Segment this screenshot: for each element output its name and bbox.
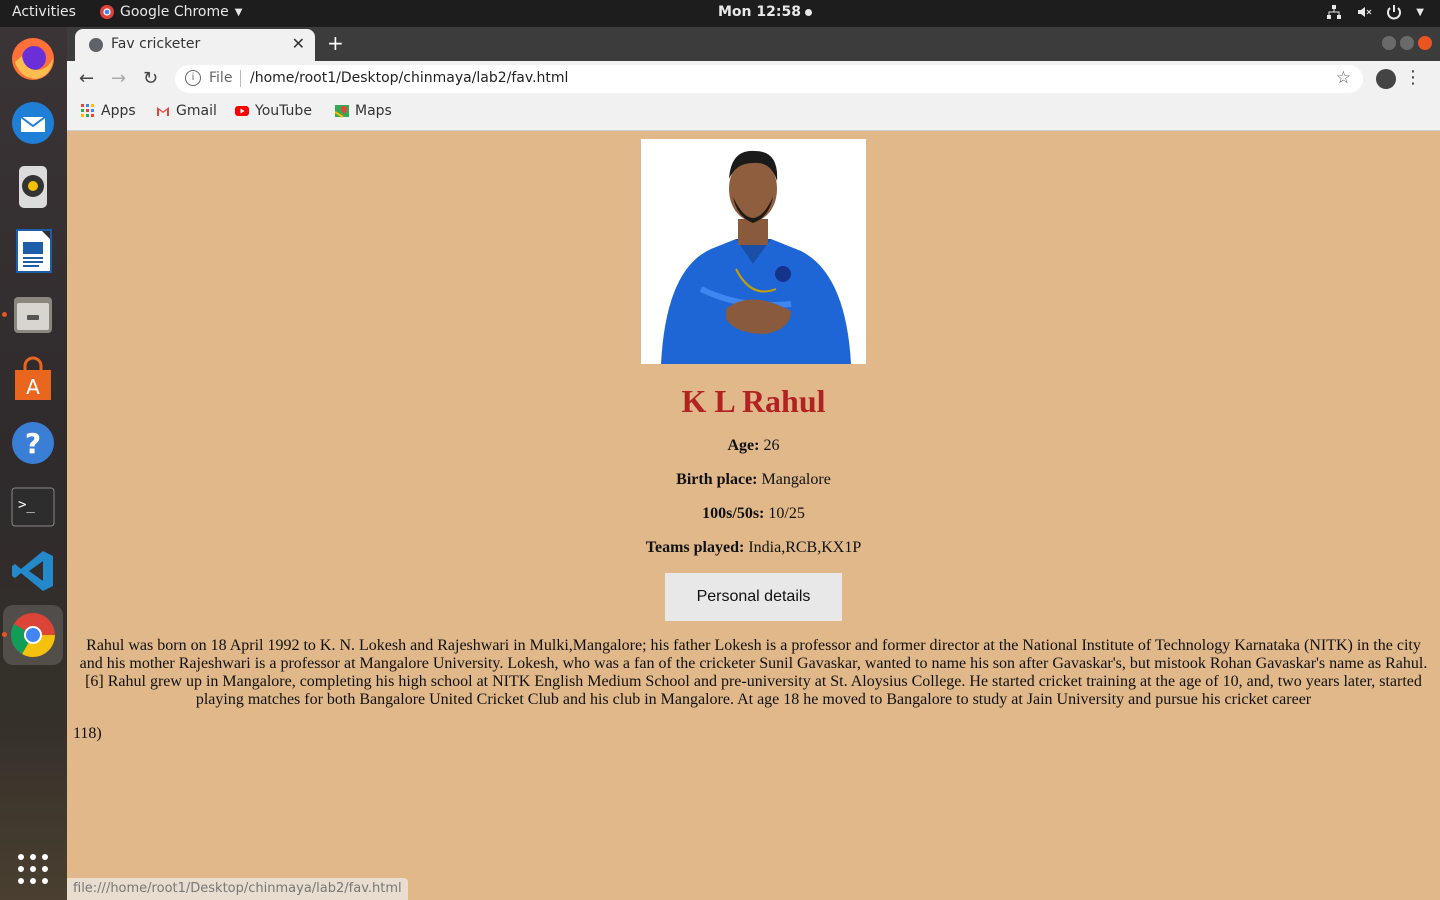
teams-line: Teams played: India,RCB,KX1P: [67, 539, 1440, 557]
footnote-text: 118): [73, 725, 102, 742]
bookmark-youtube[interactable]: YouTube: [235, 103, 312, 119]
age-line: Age: 26: [67, 437, 1440, 455]
firefox-icon[interactable]: [9, 35, 57, 83]
activities-button[interactable]: Activities: [12, 4, 76, 20]
personal-details-button[interactable]: Personal details: [665, 573, 842, 621]
centuries-line: 100s/50s: 10/25: [67, 505, 1440, 523]
age-value: 26: [763, 437, 780, 454]
centuries-label: 100s/50s:: [702, 505, 765, 522]
omnibox-separator: [240, 70, 241, 87]
chevron-down-icon: ▼: [1416, 6, 1424, 18]
chrome-icon[interactable]: [3, 605, 63, 665]
show-apps-icon[interactable]: [9, 845, 57, 893]
close-window-button[interactable]: [1418, 36, 1432, 50]
software-icon[interactable]: A: [9, 355, 57, 403]
apps-grid-icon: [81, 104, 94, 117]
youtube-icon: [235, 106, 249, 116]
globe-icon: [89, 38, 103, 52]
vscode-icon[interactable]: [9, 547, 57, 595]
tab-title: Fav cricketer: [111, 36, 201, 52]
bookmark-maps[interactable]: Maps: [335, 103, 392, 119]
bookmarks-bar: Apps Gmail YouTube Maps: [67, 97, 1440, 131]
app-menu-label: Google Chrome: [120, 4, 229, 20]
maximize-button[interactable]: [1400, 36, 1414, 50]
more-menu-icon[interactable]: ⋮: [1404, 67, 1422, 88]
player-name: K L Rahul: [681, 383, 826, 419]
profile-avatar-icon[interactable]: [1376, 69, 1396, 89]
tab-fav-cricketer[interactable]: Fav cricketer ✕: [75, 29, 315, 61]
window-controls: [1382, 36, 1432, 50]
network-icon: [1327, 5, 1342, 19]
notification-dot-icon: [804, 8, 812, 16]
rhythmbox-icon[interactable]: [9, 163, 57, 211]
chrome-small-icon: [100, 5, 114, 19]
gnome-top-bar: Activities Google Chrome ▼ Mon 12:58 ▼: [0, 0, 1440, 27]
player-photo: [641, 139, 866, 364]
reload-icon[interactable]: ↻: [143, 68, 158, 89]
bookmark-label: Maps: [355, 103, 392, 119]
birth-place-line: Birth place: Mangalore: [67, 471, 1440, 489]
status-bar-url: file:///home/root1/Desktop/chinmaya/lab2…: [67, 878, 408, 900]
bookmark-label: Apps: [101, 103, 136, 119]
omnibox-scheme: File: [209, 70, 233, 86]
browser-toolbar: ← → ↻ i File /home/root1/Desktop/chinmay…: [67, 61, 1440, 97]
writer-icon[interactable]: [9, 227, 57, 275]
system-tray[interactable]: ▼: [1326, 4, 1424, 20]
clock-label: Mon 12:58: [718, 4, 801, 20]
gmail-icon: [157, 107, 169, 116]
minimize-button[interactable]: [1382, 36, 1396, 50]
forward-arrow-icon[interactable]: →: [111, 68, 126, 89]
teams-value: India,RCB,KX1P: [748, 539, 862, 556]
centuries-value: 10/25: [768, 505, 805, 522]
star-icon[interactable]: ☆: [1336, 68, 1351, 88]
chrome-window: Fav cricketer ✕ + ← → ↻ i File /home/roo…: [67, 27, 1440, 900]
running-indicator: [2, 632, 7, 637]
svg-text:?: ?: [25, 427, 41, 460]
volume-muted-icon: [1358, 7, 1372, 17]
clock[interactable]: Mon 12:58: [718, 4, 812, 20]
omnibox[interactable]: i File /home/root1/Desktop/chinmaya/lab2…: [175, 65, 1363, 93]
tab-strip: Fav cricketer ✕ +: [67, 27, 1440, 61]
maps-icon: [335, 105, 349, 118]
bio-paragraph: Rahul was born on 18 April 1992 to K. N.…: [79, 637, 1428, 708]
app-menu[interactable]: Google Chrome ▼: [100, 4, 242, 20]
svg-text:A: A: [26, 375, 40, 399]
thunderbird-icon[interactable]: [9, 99, 57, 147]
back-arrow-icon[interactable]: ←: [79, 68, 94, 89]
help-icon[interactable]: ?: [9, 419, 57, 467]
web-page: K L Rahul Age: 26 Birth place: Mangalore…: [67, 131, 1440, 900]
bookmark-label: YouTube: [255, 103, 312, 119]
bookmark-gmail[interactable]: Gmail: [156, 103, 217, 119]
teams-label: Teams played:: [645, 539, 745, 556]
info-icon[interactable]: i: [185, 70, 201, 86]
omnibox-url[interactable]: /home/root1/Desktop/chinmaya/lab2/fav.ht…: [250, 70, 568, 86]
bookmark-label: Gmail: [176, 103, 217, 119]
age-label: Age:: [727, 437, 760, 454]
running-indicator: [2, 312, 7, 317]
svg-text:>_: >_: [18, 497, 35, 513]
dock: A ? >_: [0, 27, 67, 900]
bookmark-apps[interactable]: Apps: [81, 103, 136, 119]
chevron-down-icon: ▼: [234, 6, 243, 18]
power-icon: [1387, 5, 1402, 20]
close-icon[interactable]: ✕: [292, 34, 305, 53]
birth-place-label: Birth place:: [676, 471, 758, 488]
new-tab-button[interactable]: +: [327, 31, 344, 55]
terminal-icon[interactable]: >_: [9, 483, 57, 531]
files-icon[interactable]: [9, 291, 57, 339]
birth-place-value: Mangalore: [761, 471, 831, 488]
